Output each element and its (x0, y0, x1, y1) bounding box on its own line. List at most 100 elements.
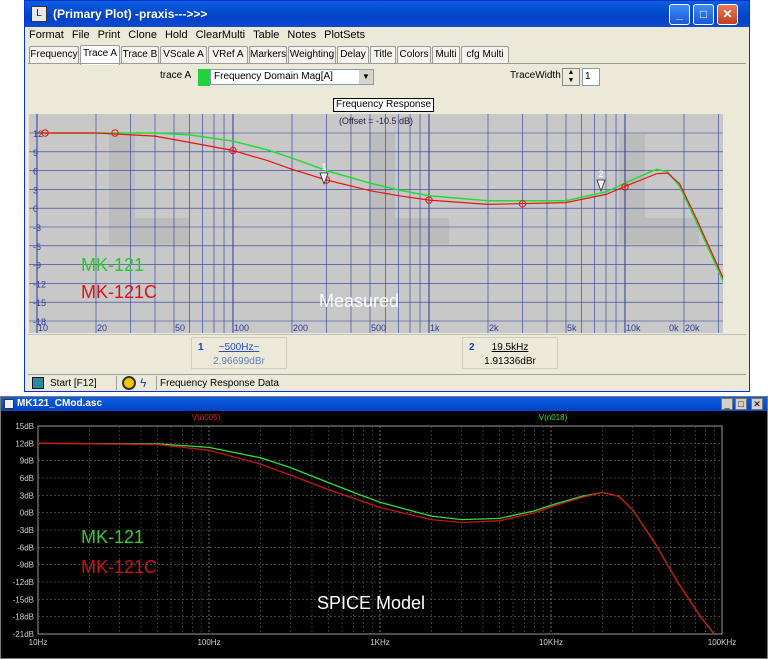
x-tick-label: 0k (669, 323, 679, 333)
x-tick-label: 10KHz (539, 638, 563, 647)
x-tick-label: 200 (293, 323, 308, 333)
legend-mk121c: MK-121C (81, 282, 157, 302)
start-icon[interactable] (32, 377, 44, 389)
status-separator-2 (156, 376, 157, 390)
menu-file[interactable]: File (68, 27, 94, 41)
app-icon (4, 399, 14, 409)
trace-width-value[interactable]: 1 (582, 68, 600, 86)
tab-cfg-multi[interactable]: cfg Multi (461, 46, 509, 64)
menu-plotsets[interactable]: PlotSets (320, 27, 369, 41)
y-tick-label: -12dB (13, 578, 34, 587)
status-separator (116, 376, 117, 390)
title-bar: L (Primary Plot) -praxis--->>> _ □ ✕ (25, 1, 749, 27)
y-tick-label: 12dB (15, 439, 34, 448)
close-button[interactable]: ✕ (717, 4, 738, 25)
watermark-l-2 (369, 134, 449, 244)
x-tick-label: 2k (489, 323, 499, 333)
tab-colors[interactable]: Colors (397, 46, 431, 64)
tab-vscale-a[interactable]: VScale A (160, 46, 207, 64)
y-tick-label: -15dB (13, 595, 34, 604)
minimize-button[interactable]: _ (669, 4, 690, 25)
trace-label-green[interactable]: V(n018) (539, 413, 568, 422)
tab-title[interactable]: Title (370, 46, 396, 64)
maximize-button[interactable]: □ (693, 4, 714, 25)
measured-plot-svg: 129630-3-6-9-12-15-18 10 20 50 100 200 500 1k 2… (29, 114, 723, 333)
y-tick-label: 3 (33, 185, 38, 195)
tab-markers[interactable]: Markers (249, 46, 287, 64)
tab-delay[interactable]: Delay (337, 46, 369, 64)
minimize-button[interactable]: _ (721, 398, 733, 410)
trace-label-red[interactable]: V(n005) (192, 413, 221, 422)
x-tick-label: 5k (567, 323, 577, 333)
lightning-icon[interactable]: ϟ (140, 376, 146, 390)
y-tick-label: -18dB (13, 613, 34, 622)
maximize-button[interactable]: □ (735, 398, 747, 410)
legend-mk121: MK-121 (81, 255, 144, 275)
marker-2[interactable]: 2 (596, 169, 606, 193)
trace-width-label: TraceWidth (510, 70, 561, 81)
watermark-l-3 (619, 134, 699, 244)
trace-color-swatch[interactable] (198, 69, 210, 86)
x-tick-label: 100 (234, 323, 249, 333)
praxis-window: L (Primary Plot) -praxis--->>> _ □ ✕ For… (24, 0, 750, 392)
y-tick-label: -3dB (17, 526, 34, 535)
x-tick-label: 20 (97, 323, 107, 333)
menu-hold[interactable]: Hold (161, 27, 192, 41)
menu-bar: Format File Print Clone Hold ClearMulti Table N… (25, 27, 749, 45)
y-tick-label: -15 (33, 298, 46, 308)
watermark-l-1 (109, 134, 189, 244)
menu-print[interactable]: Print (94, 27, 125, 41)
tab-multi[interactable]: Multi (432, 46, 460, 64)
ltspice-window: MK121_CMod.asc _ □ ✕ 15dB 12dB 9dB 6dB 3dB 0d… (0, 396, 768, 659)
y-tick-label: -12 (33, 279, 46, 289)
tab-trace-b[interactable]: Trace B (121, 46, 159, 64)
menu-table[interactable]: Table (249, 27, 283, 41)
y-tick-label: 12 (33, 129, 43, 139)
x-tick-label: 1KHz (370, 638, 390, 647)
plot-title: Frequency Response (333, 98, 435, 112)
marker-2-readout[interactable]: 2 19.5kHz 1.91336dBr (462, 337, 558, 369)
y-tick-label: -3 (33, 223, 41, 233)
tab-vref-a[interactable]: VRef A (208, 46, 248, 64)
chevron-down-icon[interactable]: ▼ (359, 70, 373, 84)
y-tick-label: 3dB (20, 491, 34, 500)
tab-frequency[interactable]: Frequency (29, 46, 79, 64)
menu-notes[interactable]: Notes (283, 27, 320, 41)
close-button[interactable]: ✕ (751, 398, 763, 410)
marker-2-freq: 19.5kHz (491, 342, 529, 353)
title-bar: MK121_CMod.asc _ □ ✕ (1, 397, 767, 411)
legend-mk121c: MK-121C (81, 557, 157, 577)
window-title: (Primary Plot) -praxis--->>> (53, 7, 208, 21)
status-text: Frequency Response Data (160, 378, 279, 389)
y-tick-label: 0dB (20, 509, 34, 518)
trace-width-spinner[interactable]: ▲ ▼ (562, 68, 580, 86)
trace-select-value: Frequency Domain Mag[A] (214, 71, 333, 82)
x-tick-label: 500 (371, 323, 386, 333)
tab-trace-a[interactable]: Trace A (80, 45, 120, 65)
y-tick-label: 9 (33, 148, 38, 158)
y-tick-label: 6 (33, 167, 38, 177)
marker-1-readout[interactable]: 1 ~500Hz~ 2.96699dBr (191, 337, 287, 369)
x-tick-label: 10Hz (29, 638, 48, 647)
legend-mk121: MK-121 (81, 527, 144, 547)
x-tick-label: 10k (626, 323, 641, 333)
trace-a-label: trace A (160, 70, 192, 81)
window-title: MK121_CMod.asc (17, 398, 103, 409)
trace-select[interactable]: Frequency Domain Mag[A] ▼ (210, 69, 374, 85)
marker-2-value: 1.91336dBr (484, 356, 536, 367)
y-tick-label: 15dB (15, 422, 34, 431)
app-icon: L (31, 6, 47, 22)
y-tick-label: -6 (33, 242, 41, 252)
menu-format[interactable]: Format (25, 27, 68, 41)
start-button[interactable]: Start [F12] (50, 378, 97, 389)
x-tick-label: 100Hz (197, 638, 220, 647)
spice-plot[interactable]: 15dB 12dB 9dB 6dB 3dB 0dB -3dB -6dB -9dB -12dB -15… (1, 411, 768, 658)
menu-clearmulti[interactable]: ClearMulti (192, 27, 250, 41)
gauge-icon[interactable] (122, 376, 136, 390)
y-tick-label: -9 (33, 261, 41, 271)
x-tick-label: 100KHz (708, 638, 736, 647)
menu-clone[interactable]: Clone (124, 27, 161, 41)
measured-plot[interactable]: 12 9 6 3 0 -3 -6 -9 -12 -15 -18 10 20 50 100 200 500 1k 2… (29, 114, 723, 333)
marker-readout-bar: 1 ~500Hz~ 2.96699dBr 2 19.5kHz 1.91336dB… (28, 334, 746, 372)
tab-weighting[interactable]: Weighting (288, 46, 336, 64)
